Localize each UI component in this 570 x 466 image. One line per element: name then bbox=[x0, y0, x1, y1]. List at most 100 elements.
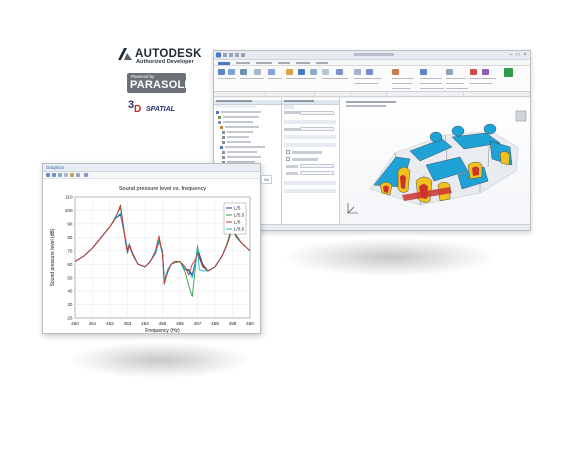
close-icon[interactable]: × bbox=[522, 52, 528, 58]
spatial-wordmark: SPATIAL bbox=[146, 106, 175, 113]
ribbon-button[interactable] bbox=[218, 69, 225, 75]
spatial-logo: 3 D SPATIAL bbox=[128, 98, 210, 115]
settings-section[interactable] bbox=[284, 181, 336, 185]
tree-node-icon bbox=[216, 110, 219, 114]
parasolid-logo: Powered by PARASOLID bbox=[127, 73, 196, 93]
legend-toggle-icon[interactable] bbox=[84, 173, 88, 177]
ribbon-button[interactable] bbox=[240, 69, 247, 75]
legend-entry: L/5 bbox=[234, 206, 241, 211]
y-tick-label: 20 bbox=[67, 316, 73, 321]
settings-section[interactable] bbox=[284, 143, 336, 147]
settings-checkbox[interactable] bbox=[286, 157, 290, 161]
settings-checkbox[interactable] bbox=[286, 150, 290, 154]
ribbon-tab[interactable] bbox=[236, 62, 250, 64]
tree-node[interactable] bbox=[221, 111, 261, 113]
autodesk-mark-icon bbox=[118, 48, 132, 60]
x-tick-label: 454 bbox=[141, 321, 149, 326]
ribbon-group bbox=[351, 92, 387, 96]
settings-section[interactable] bbox=[284, 120, 336, 124]
ribbon-tab[interactable] bbox=[296, 62, 310, 64]
x-tick-label: 455 bbox=[159, 321, 167, 326]
tree-node-icon bbox=[222, 130, 225, 134]
ribbon-group-labels bbox=[214, 92, 530, 97]
3d-graphics-view[interactable] bbox=[340, 98, 530, 224]
settings-select[interactable] bbox=[300, 164, 334, 168]
ribbon-button[interactable] bbox=[254, 69, 261, 75]
tree-node[interactable] bbox=[227, 141, 251, 143]
ribbon-button[interactable] bbox=[310, 69, 317, 75]
settings-select[interactable] bbox=[300, 127, 334, 131]
ribbon-button[interactable] bbox=[420, 69, 427, 75]
settings-section[interactable] bbox=[284, 189, 336, 193]
tree-node[interactable] bbox=[227, 136, 249, 138]
ribbon-button[interactable] bbox=[322, 69, 329, 75]
y-tick-label: 60 bbox=[67, 262, 73, 267]
settings-toolbar[interactable] bbox=[284, 105, 294, 109]
x-tick-label: 456 bbox=[176, 321, 184, 326]
print-icon[interactable] bbox=[70, 173, 74, 177]
ribbon-button[interactable] bbox=[482, 69, 489, 75]
ribbon-group bbox=[315, 92, 352, 96]
image-snapshot-icon[interactable] bbox=[76, 173, 80, 177]
y-tick-label: 100 bbox=[65, 208, 73, 213]
ribbon-button[interactable] bbox=[470, 69, 477, 75]
tree-node-icon bbox=[220, 125, 223, 129]
ribbon-tab[interactable] bbox=[316, 62, 328, 64]
pan-icon[interactable] bbox=[64, 173, 68, 177]
graphics-window-title: Graphics bbox=[43, 164, 260, 172]
tree-node-icon bbox=[220, 145, 223, 149]
ribbon-button[interactable] bbox=[354, 69, 361, 75]
ribbon-tab-file[interactable] bbox=[218, 61, 230, 65]
settings-panel bbox=[282, 98, 340, 224]
ribbon-button[interactable] bbox=[392, 69, 399, 75]
product-composite: AUTODESK Authorized Developer Powered by… bbox=[0, 0, 570, 466]
ribbon-group bbox=[387, 92, 465, 96]
zoom-out-icon[interactable] bbox=[52, 173, 56, 177]
y-tick-label: 50 bbox=[67, 275, 73, 280]
tree-node[interactable] bbox=[225, 146, 265, 148]
tree-node[interactable] bbox=[227, 151, 257, 153]
model-builder-header bbox=[214, 99, 281, 105]
settings-section[interactable] bbox=[284, 135, 336, 139]
tree-node[interactable] bbox=[223, 121, 253, 123]
status-bar bbox=[214, 224, 530, 230]
settings-label bbox=[286, 165, 298, 168]
maximize-icon[interactable]: □ bbox=[515, 52, 521, 58]
quick-access-toolbar[interactable] bbox=[216, 52, 256, 58]
tree-toolbar[interactable] bbox=[216, 105, 256, 108]
ribbon-button[interactable] bbox=[336, 69, 343, 75]
car-cabin-acoustic-model bbox=[347, 110, 527, 214]
ribbon-group bbox=[214, 92, 266, 96]
ribbon-button[interactable] bbox=[286, 69, 293, 75]
graphics-window: Graphics 450 451 452 453 454 455 456 457 458 459 4… bbox=[42, 163, 261, 334]
legend-entry: L/6 bbox=[234, 220, 241, 225]
spatial-3d-icon: 3 D bbox=[128, 99, 141, 115]
ribbon-tab[interactable] bbox=[256, 62, 272, 64]
settings-select[interactable] bbox=[300, 171, 334, 175]
y-tick-label: 40 bbox=[67, 289, 73, 294]
minimize-icon[interactable]: – bbox=[508, 52, 514, 58]
x-tick-label: 457 bbox=[194, 321, 202, 326]
settings-field[interactable] bbox=[300, 111, 334, 115]
sound-pressure-chart[interactable]: 450 451 452 453 454 455 456 457 458 459 460 20 30 40 5… bbox=[43, 179, 260, 334]
ribbon-button[interactable] bbox=[446, 69, 453, 75]
ribbon-tab[interactable] bbox=[278, 62, 290, 64]
build-all-button[interactable] bbox=[504, 68, 513, 77]
graphics-toolbar bbox=[43, 172, 260, 179]
zoom-extents-icon[interactable] bbox=[58, 173, 62, 177]
y-tick-label: 80 bbox=[67, 235, 73, 240]
tree-node[interactable] bbox=[227, 131, 253, 133]
ribbon-button[interactable] bbox=[366, 69, 373, 75]
tree-node[interactable] bbox=[225, 126, 259, 128]
tree-node[interactable] bbox=[223, 116, 259, 118]
zoom-in-icon[interactable] bbox=[46, 173, 50, 177]
tree-node[interactable] bbox=[227, 156, 261, 158]
x-tick-label: 459 bbox=[229, 321, 237, 326]
x-tick-label: 451 bbox=[89, 321, 97, 326]
ribbon-button[interactable] bbox=[228, 69, 235, 75]
y-tick-label: 30 bbox=[67, 302, 73, 307]
window-side-tab[interactable]: Set bbox=[261, 175, 272, 184]
ribbon-button[interactable] bbox=[298, 69, 305, 75]
ribbon-button[interactable] bbox=[268, 69, 275, 75]
settings-label bbox=[284, 128, 300, 131]
